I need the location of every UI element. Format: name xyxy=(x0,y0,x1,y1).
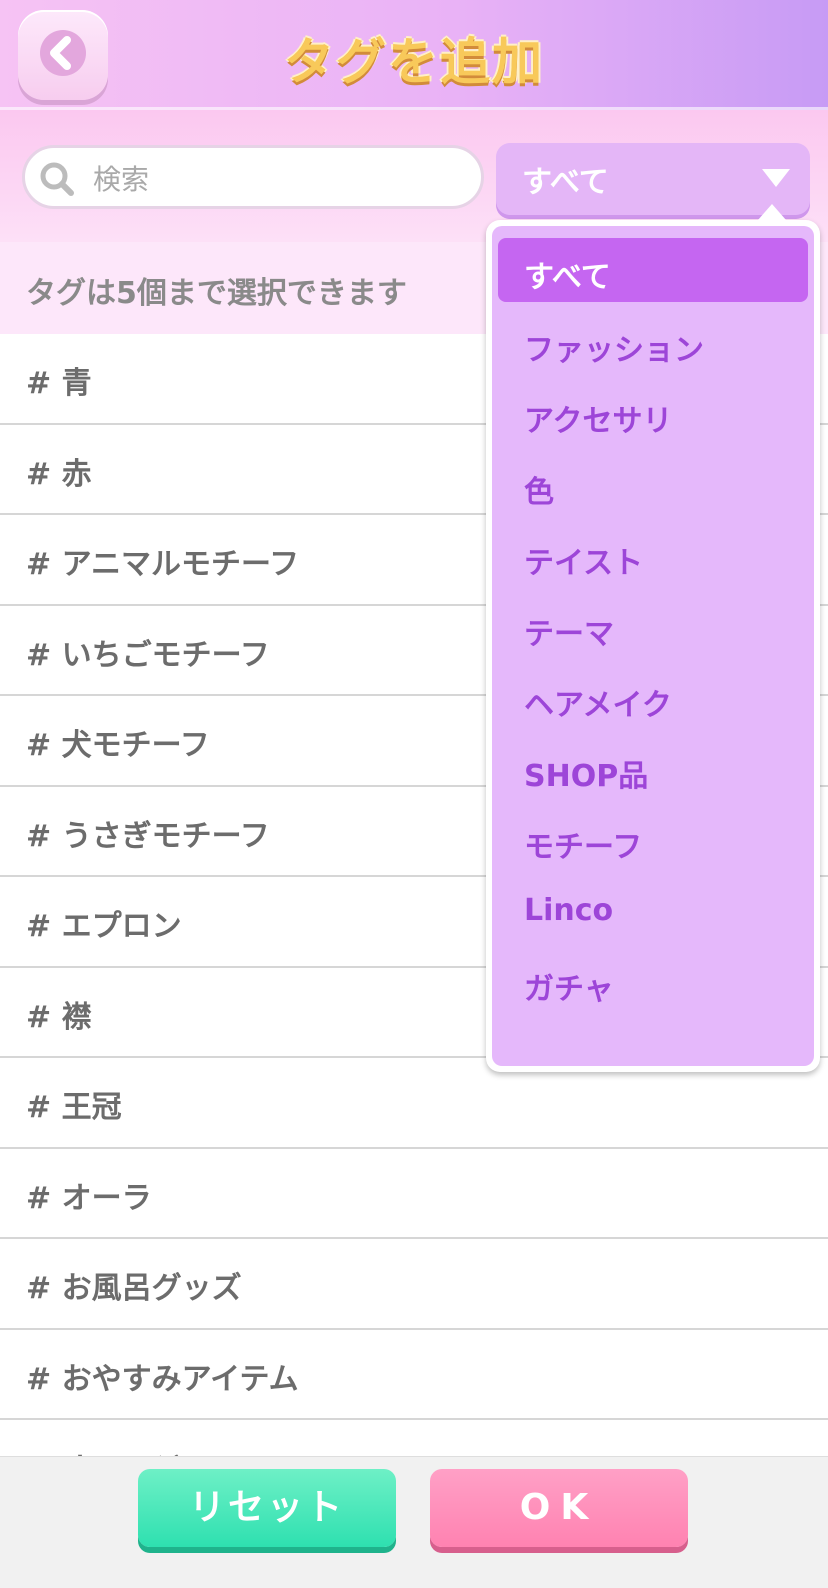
option-label: Linco xyxy=(524,893,614,928)
dropdown-option-hair-makeup[interactable]: ヘアメイク xyxy=(498,664,808,735)
option-label: テーマ xyxy=(524,617,614,652)
dropdown-option-fashion[interactable]: ファッション xyxy=(498,309,808,380)
search-icon xyxy=(40,162,74,196)
option-label: ヘアメイク xyxy=(524,688,672,723)
header: タグを追加 xyxy=(0,0,828,110)
dropdown-option-taste[interactable]: テイスト xyxy=(498,522,808,593)
dropdown-option-color[interactable]: 色 xyxy=(498,451,808,522)
tag-label: # オレンジ xyxy=(26,1444,182,1456)
option-label: アクセサリ xyxy=(524,404,673,439)
tag-label: # アニマルモチーフ xyxy=(26,547,300,582)
tag-label: # うさぎモチーフ xyxy=(26,818,270,854)
caret-down-icon xyxy=(762,169,790,187)
option-label: ガチャ xyxy=(524,972,614,1007)
dropdown-option-all[interactable]: すべて xyxy=(498,238,808,302)
tag-label: # 犬モチーフ xyxy=(26,728,210,763)
tag-label: # おやすみアイテム xyxy=(26,1361,299,1397)
tag-limit-text: タグは5個まで選択できます xyxy=(26,276,407,311)
option-label: モチーフ xyxy=(524,830,643,865)
tag-label: # 襟 xyxy=(26,999,92,1035)
tag-row[interactable]: # おやすみアイテム xyxy=(0,1329,828,1420)
option-label: テイスト xyxy=(524,546,644,581)
tag-label: # 王冠 xyxy=(26,1090,122,1125)
ok-button[interactable]: OK xyxy=(430,1469,688,1547)
category-select-value: すべて xyxy=(522,165,609,200)
option-label: ファッション xyxy=(524,333,704,368)
tag-label: # 青 xyxy=(26,366,92,401)
dropdown-option-gacha[interactable]: ガチャ xyxy=(498,948,808,1019)
option-label: SHOP品 xyxy=(524,759,649,794)
tag-label: # 赤 xyxy=(26,456,92,492)
footer-bar: リセット OK xyxy=(0,1456,828,1588)
dropdown-pointer xyxy=(758,204,786,220)
dropdown-option-accessory[interactable]: アクセサリ xyxy=(498,380,808,451)
dropdown-options: すべて ファッション アクセサリ 色 テイスト テーマ ヘアメイク SHOP品 … xyxy=(492,226,814,1066)
tag-row[interactable]: # オレンジ xyxy=(0,1420,828,1456)
option-label: すべて xyxy=(524,260,611,295)
tag-label: # お風呂グッズ xyxy=(26,1271,242,1306)
category-dropdown: すべて ファッション アクセサリ 色 テイスト テーマ ヘアメイク SHOP品 … xyxy=(486,204,820,1072)
tag-row[interactable]: # オーラ xyxy=(0,1148,828,1239)
dropdown-option-shop-item[interactable]: SHOP品 xyxy=(498,735,808,806)
page-title: タグを追加 xyxy=(284,33,544,91)
option-label: 色 xyxy=(524,475,554,510)
tag-label: # エプロン xyxy=(26,909,182,944)
search-input[interactable] xyxy=(91,158,465,200)
dropdown-option-motif[interactable]: モチーフ xyxy=(498,806,808,877)
tag-label: # いちごモチーフ xyxy=(26,637,270,673)
tag-label: # オーラ xyxy=(26,1180,152,1216)
search-box[interactable] xyxy=(22,145,484,209)
tag-row[interactable]: # お風呂グッズ xyxy=(0,1239,828,1330)
dropdown-option-linco[interactable]: Linco xyxy=(498,877,808,948)
reset-button[interactable]: リセット xyxy=(138,1469,396,1547)
dropdown-option-theme[interactable]: テーマ xyxy=(498,593,808,664)
